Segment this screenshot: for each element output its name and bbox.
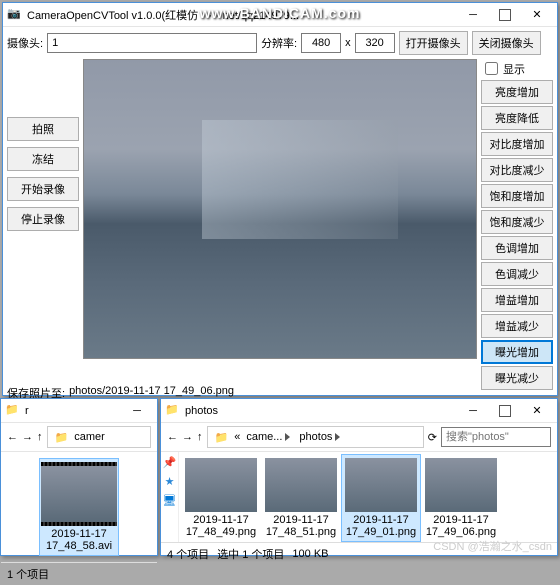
adjust-button[interactable]: 亮度降低 bbox=[481, 106, 553, 130]
adjust-button[interactable]: 色调减少 bbox=[481, 262, 553, 286]
camera-preview bbox=[83, 59, 477, 359]
titlebar: 📁 photos ─ ✕ bbox=[161, 399, 557, 423]
adjust-button[interactable]: 对比度减少 bbox=[481, 158, 553, 182]
action-button[interactable]: 开始录像 bbox=[7, 177, 79, 201]
adjust-button[interactable]: 饱和度减少 bbox=[481, 210, 553, 234]
show-checkbox-label[interactable]: 显示 bbox=[481, 59, 553, 78]
titlebar: 📁 r ─ bbox=[1, 399, 157, 423]
adjust-button[interactable]: 对比度增加 bbox=[481, 132, 553, 156]
csdn-watermark: CSDN @浩瀚之水_csdn bbox=[433, 538, 552, 554]
back-button[interactable]: ← bbox=[167, 431, 178, 443]
resolution-label: 分辨率: bbox=[261, 35, 297, 51]
action-button[interactable]: 拍照 bbox=[7, 117, 79, 141]
file-name: 2019-11-1717_49_01.png bbox=[346, 514, 416, 538]
file-item[interactable]: 2019-11-1717_49_01.png bbox=[341, 454, 421, 542]
file-area[interactable]: 2019-11-17 17_48_58.avi bbox=[1, 452, 157, 562]
adjust-button[interactable]: 曝光减少 bbox=[481, 366, 553, 390]
status-bar: 1 个项目 bbox=[1, 562, 157, 585]
camera-label: 摄像头: bbox=[7, 35, 43, 51]
file-item[interactable]: 2019-11-1717_49_06.png bbox=[421, 454, 501, 542]
file-name: 2019-11-1717_49_06.png bbox=[426, 514, 496, 538]
close-camera-button[interactable]: 关闭摄像头 bbox=[472, 31, 541, 55]
file-name: 2019-11-1717_48_51.png bbox=[266, 514, 336, 538]
body: 拍照冻结开始录像停止录像 显示 亮度增加亮度降低对比度增加对比度减少饱和度增加饱… bbox=[3, 59, 557, 381]
forward-button[interactable]: → bbox=[182, 431, 193, 443]
maximize-button[interactable] bbox=[489, 5, 521, 25]
minimize-button[interactable]: ─ bbox=[121, 401, 153, 421]
x-label: x bbox=[345, 37, 351, 49]
camera-input[interactable] bbox=[47, 33, 257, 53]
width-input[interactable] bbox=[301, 33, 341, 53]
file-item[interactable]: 2019-11-1717_48_51.png bbox=[261, 454, 341, 542]
up-button[interactable]: ↑ bbox=[197, 431, 203, 443]
left-panel: 拍照冻结开始录像停止录像 bbox=[7, 59, 79, 381]
app-icon: 📷 bbox=[7, 7, 23, 23]
maximize-button[interactable] bbox=[489, 401, 521, 421]
toolbar: ← → ↑ 📁« came... photos ⟳ bbox=[161, 423, 557, 452]
breadcrumb[interactable]: 📁camer bbox=[47, 426, 152, 448]
nav-pane[interactable]: 📌 ★ 🖥 bbox=[161, 452, 179, 542]
right-panel: 显示 亮度增加亮度降低对比度增加对比度减少饱和度增加饱和度减少色调增加色调减少增… bbox=[481, 59, 553, 381]
adjust-button[interactable]: 曝光增加 bbox=[481, 340, 553, 364]
explorer-window-2: 📁 photos ─ ✕ ← → ↑ 📁« came... photos ⟳ 📌… bbox=[160, 398, 558, 556]
file-area[interactable]: 2019-11-1717_48_49.png 2019-11-1717_48_51… bbox=[179, 452, 557, 542]
back-button[interactable]: ← bbox=[7, 431, 18, 443]
window-title: photos bbox=[185, 405, 457, 417]
breadcrumb[interactable]: 📁« came... photos bbox=[207, 426, 424, 448]
folder-icon: 📁 bbox=[165, 403, 181, 419]
file-name: 2019-11-1717_48_49.png bbox=[186, 514, 256, 538]
star-icon[interactable]: ★ bbox=[165, 475, 175, 488]
adjust-button[interactable]: 增益增加 bbox=[481, 288, 553, 312]
file-name: 2019-11-17 17_48_58.avi bbox=[43, 528, 115, 552]
search-input[interactable] bbox=[441, 427, 551, 447]
forward-button[interactable]: → bbox=[22, 431, 33, 443]
open-camera-button[interactable]: 打开摄像头 bbox=[399, 31, 468, 55]
content: 📌 ★ 🖥 2019-11-1717_48_49.png2019-11-1717… bbox=[161, 452, 557, 542]
watermark: www.BANDICAM.com bbox=[200, 5, 361, 21]
quick-access-icon[interactable]: 📌 bbox=[163, 456, 177, 469]
adjust-button[interactable]: 增益减少 bbox=[481, 314, 553, 338]
adjust-button[interactable]: 色调增加 bbox=[481, 236, 553, 260]
minimize-button[interactable]: ─ bbox=[457, 5, 489, 25]
window-title: r bbox=[25, 405, 121, 417]
minimize-button[interactable]: ─ bbox=[457, 401, 489, 421]
file-item[interactable]: 2019-11-17 17_48_58.avi bbox=[39, 458, 119, 556]
file-item[interactable]: 2019-11-1717_48_49.png bbox=[181, 454, 261, 542]
close-button[interactable]: ✕ bbox=[521, 5, 553, 25]
toolbar: ← → ↑ 📁camer bbox=[1, 423, 157, 452]
up-button[interactable]: ↑ bbox=[37, 431, 43, 443]
action-button[interactable]: 冻结 bbox=[7, 147, 79, 171]
adjust-button[interactable]: 饱和度增加 bbox=[481, 184, 553, 208]
close-button[interactable]: ✕ bbox=[521, 401, 553, 421]
main-window: www.BANDICAM.com 📷 CameraOpenCVTool v1.0… bbox=[2, 2, 558, 396]
action-button[interactable]: 停止录像 bbox=[7, 207, 79, 231]
refresh-button[interactable]: ⟳ bbox=[428, 431, 437, 444]
show-checkbox[interactable] bbox=[485, 62, 498, 75]
adjust-button[interactable]: 亮度增加 bbox=[481, 80, 553, 104]
height-input[interactable] bbox=[355, 33, 395, 53]
top-controls: 摄像头: 分辨率: x 打开摄像头 关闭摄像头 bbox=[3, 27, 557, 59]
explorer-window-1: 📁 r ─ ← → ↑ 📁camer 2019-11-17 17_48_58.a… bbox=[0, 398, 158, 556]
folder-icon: 📁 bbox=[5, 403, 21, 419]
desktop-icon[interactable]: 🖥 bbox=[163, 494, 177, 507]
